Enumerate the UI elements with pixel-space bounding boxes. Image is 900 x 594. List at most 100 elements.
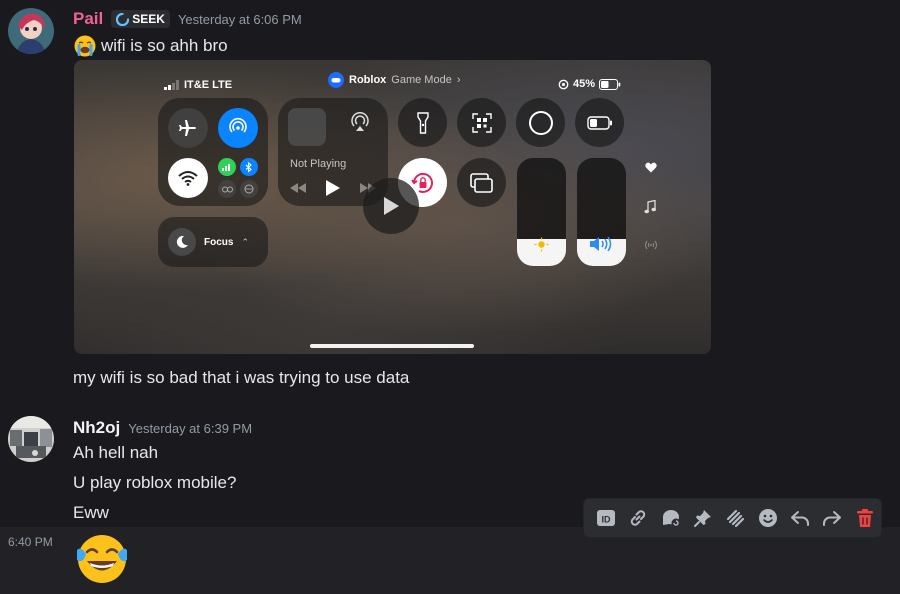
moon-icon xyxy=(176,235,188,248)
link-chain-icon xyxy=(221,186,233,192)
forward-button[interactable] xyxy=(816,501,848,535)
message-text: Eww xyxy=(73,503,109,522)
message-action-bar: ID xyxy=(583,498,882,538)
album-art-placeholder xyxy=(288,108,326,146)
delete-message-button[interactable] xyxy=(849,501,881,535)
volume-slider[interactable] xyxy=(577,158,626,266)
airdrop-toggle[interactable] xyxy=(218,108,258,148)
qr-code-icon xyxy=(471,112,492,133)
orientation-lock-icon xyxy=(558,79,569,89)
home-indicator xyxy=(310,344,474,348)
add-reaction-button[interactable] xyxy=(752,501,784,535)
copy-id-button[interactable]: ID xyxy=(590,501,622,535)
pin-message-button[interactable] xyxy=(687,501,719,535)
globe-icon xyxy=(244,184,254,194)
username[interactable]: Pail xyxy=(73,9,103,29)
message-line: my wifi is so bad that i was trying to u… xyxy=(73,368,409,388)
screen-mirroring-icon xyxy=(469,172,493,193)
screen-mirroring-button[interactable] xyxy=(457,158,506,207)
media-controls xyxy=(290,180,376,196)
flashlight-icon xyxy=(416,111,429,134)
chevron-right-icon: › xyxy=(456,74,461,86)
bluetooth-icon xyxy=(245,161,252,173)
game-mode-banner: Roblox Game Mode › xyxy=(328,72,460,88)
speaker-icon xyxy=(590,236,612,252)
screen-record-button[interactable] xyxy=(516,98,565,147)
avatar[interactable] xyxy=(8,8,54,54)
cellular-toggle[interactable] xyxy=(218,158,236,176)
message-line: Eww xyxy=(73,503,109,523)
link-icon xyxy=(631,510,646,526)
message-text: my wifi is so bad that i was trying to u… xyxy=(73,368,410,387)
username[interactable]: Nh2oj xyxy=(73,418,120,438)
airdrop-icon xyxy=(229,117,247,133)
sun-icon xyxy=(534,237,549,252)
signal-icon xyxy=(164,80,179,90)
airplane-mode-toggle[interactable] xyxy=(168,108,208,148)
chevron-updown-icon: ⌃ xyxy=(241,236,249,247)
app-name: Roblox xyxy=(349,74,387,86)
connectivity-panel[interactable] xyxy=(158,98,268,206)
battery-icon xyxy=(599,78,621,90)
now-playing-label: Not Playing xyxy=(290,158,347,170)
delete-icon xyxy=(856,509,873,527)
pin-icon xyxy=(694,510,712,527)
server-tag-label: SEEK xyxy=(132,12,165,26)
battery-outline-icon xyxy=(586,115,612,130)
wifi-toggle[interactable] xyxy=(168,158,208,198)
message-text: wifi is so ahh bro xyxy=(101,36,228,55)
avatar[interactable] xyxy=(8,416,54,462)
game-controller-icon xyxy=(328,72,344,88)
message-line: Ah hell nah xyxy=(73,443,158,463)
reply-button[interactable] xyxy=(784,501,816,535)
copy-link-button[interactable] xyxy=(622,501,654,535)
brightness-slider[interactable] xyxy=(517,158,566,266)
focus-toggle[interactable]: Focus ⌃ xyxy=(158,217,268,267)
record-icon xyxy=(528,110,553,135)
flashlight-button[interactable] xyxy=(398,98,447,147)
airplane-icon xyxy=(179,120,196,136)
carrier-label: IT&E LTE xyxy=(184,79,233,91)
apps-icon xyxy=(727,509,745,528)
status-bar-right: 45% xyxy=(558,78,621,90)
play-icon[interactable] xyxy=(326,180,340,196)
airplay-button[interactable] xyxy=(346,108,374,136)
server-tag[interactable]: SEEK xyxy=(111,10,170,28)
forward-icon xyxy=(823,511,842,526)
qr-scanner-button[interactable] xyxy=(457,98,506,147)
bluetooth-toggle[interactable] xyxy=(240,158,258,176)
message-line: U play roblox mobile? xyxy=(73,473,236,493)
music-note-icon xyxy=(644,200,656,214)
id-icon: ID xyxy=(597,510,616,526)
seek-tag-icon xyxy=(116,12,130,26)
apps-button[interactable] xyxy=(719,501,751,535)
create-thread-button[interactable] xyxy=(655,501,687,535)
joy-emoji-icon xyxy=(77,535,127,583)
rewind-icon[interactable] xyxy=(290,183,306,193)
message-line: wifi is so ahh bro xyxy=(73,34,228,58)
vpn-toggle[interactable] xyxy=(240,180,258,198)
game-mode-label: Game Mode xyxy=(391,74,452,86)
heart-icon xyxy=(645,162,657,173)
personal-hotspot-toggle[interactable] xyxy=(218,180,236,198)
cellular-icon xyxy=(222,164,230,171)
thread-icon xyxy=(662,510,681,528)
reaction-icon xyxy=(758,509,777,527)
status-bar-left: IT&E LTE xyxy=(164,79,232,91)
video-play-button[interactable] xyxy=(363,178,419,234)
airplay-icon xyxy=(351,112,369,131)
focus-label: Focus xyxy=(204,236,234,248)
wifi-icon xyxy=(178,171,198,186)
low-power-button[interactable] xyxy=(575,98,624,147)
message-timestamp[interactable]: Yesterday at 6:39 PM xyxy=(128,421,252,436)
moon-icon-wrapper xyxy=(168,228,196,256)
reply-icon xyxy=(791,511,810,526)
battery-percent: 45% xyxy=(573,78,596,90)
video-attachment[interactable]: IT&E LTE Roblox Game Mode › 45% Not Play… xyxy=(74,60,711,354)
message-timestamp[interactable]: Yesterday at 6:06 PM xyxy=(178,12,302,27)
message-text: U play roblox mobile? xyxy=(73,473,237,492)
svg-text:ID: ID xyxy=(602,515,612,525)
loudly-crying-emoji-icon xyxy=(74,35,96,57)
play-icon xyxy=(384,197,399,215)
side-timestamp[interactable]: 6:40 PM xyxy=(8,535,53,549)
